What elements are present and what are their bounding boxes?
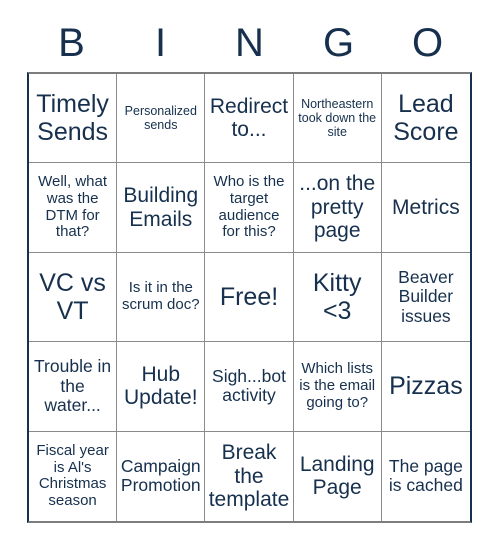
bingo-cell[interactable]: Metrics — [381, 163, 470, 253]
bingo-cell[interactable]: Hub Update! — [117, 342, 206, 432]
bingo-cell[interactable]: The page is cached — [382, 432, 470, 521]
bingo-cell[interactable]: Well, what was the DTM for that? — [29, 163, 118, 253]
bingo-header-letter-o: O — [411, 21, 444, 65]
bingo-cell[interactable]: Campaign Promotion — [117, 431, 206, 521]
bingo-cell[interactable]: Building Emails — [117, 163, 206, 253]
bingo-cell[interactable]: Kitty <3 — [293, 252, 382, 343]
bingo-cell[interactable]: Break the template — [205, 431, 294, 521]
bingo-cell[interactable]: Fiscal year is Al's Christmas season — [29, 431, 118, 521]
bingo-card: B I N G O Timely Sends Personalized sends… — [0, 0, 500, 544]
bingo-cell[interactable]: Trouble in the water... — [29, 342, 118, 432]
bingo-cell[interactable]: Is it in the scrum doc? — [117, 252, 206, 343]
bingo-cell[interactable]: Lead Score — [381, 74, 470, 164]
bingo-cell[interactable]: Landing Page — [294, 431, 382, 521]
bingo-cell[interactable]: Personalized sends — [117, 74, 206, 164]
bingo-cell[interactable]: Pizzas — [381, 342, 470, 432]
bingo-header-letter-g: G — [322, 21, 355, 65]
bingo-cell[interactable]: Free! — [205, 252, 294, 343]
bingo-header-letter-n: N — [235, 21, 264, 65]
bingo-header-letter-b: B — [58, 21, 85, 65]
bingo-cell[interactable]: Which lists is the email going to? — [293, 342, 382, 432]
bingo-cell[interactable]: Northeastern took down the site — [293, 74, 382, 164]
bingo-cell[interactable]: ...on the pretty page — [293, 163, 382, 253]
bingo-cell[interactable]: Sigh...bot activity — [205, 342, 294, 432]
bingo-header: B I N G O — [27, 14, 472, 72]
bingo-cell[interactable]: VC vs VT — [29, 252, 118, 343]
bingo-cell[interactable]: Beaver Builder issues — [381, 253, 470, 343]
bingo-cell[interactable]: Who is the target audience for this? — [205, 163, 294, 253]
bingo-cell[interactable]: Redirect to... — [205, 74, 294, 164]
bingo-header-letter-i: I — [154, 21, 167, 65]
bingo-cell[interactable]: Timely Sends — [29, 74, 118, 164]
bingo-grid: Timely Sends Personalized sends Redirect t… — [27, 72, 472, 523]
